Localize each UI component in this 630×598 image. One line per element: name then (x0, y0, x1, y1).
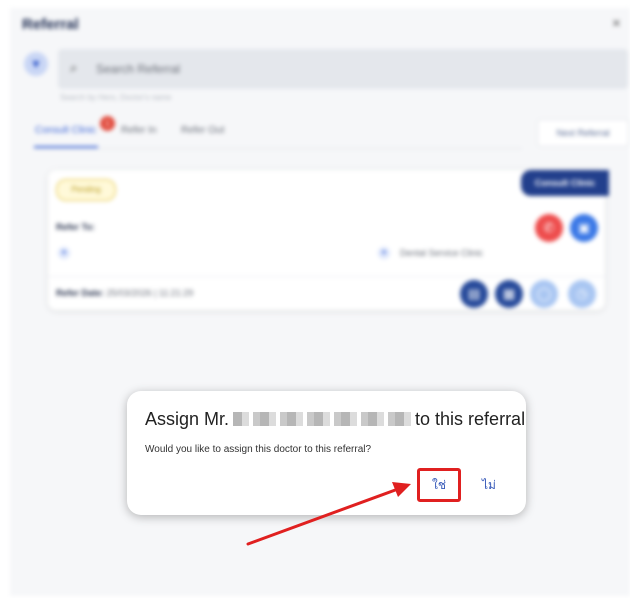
annotation-arrow-icon (246, 482, 411, 546)
